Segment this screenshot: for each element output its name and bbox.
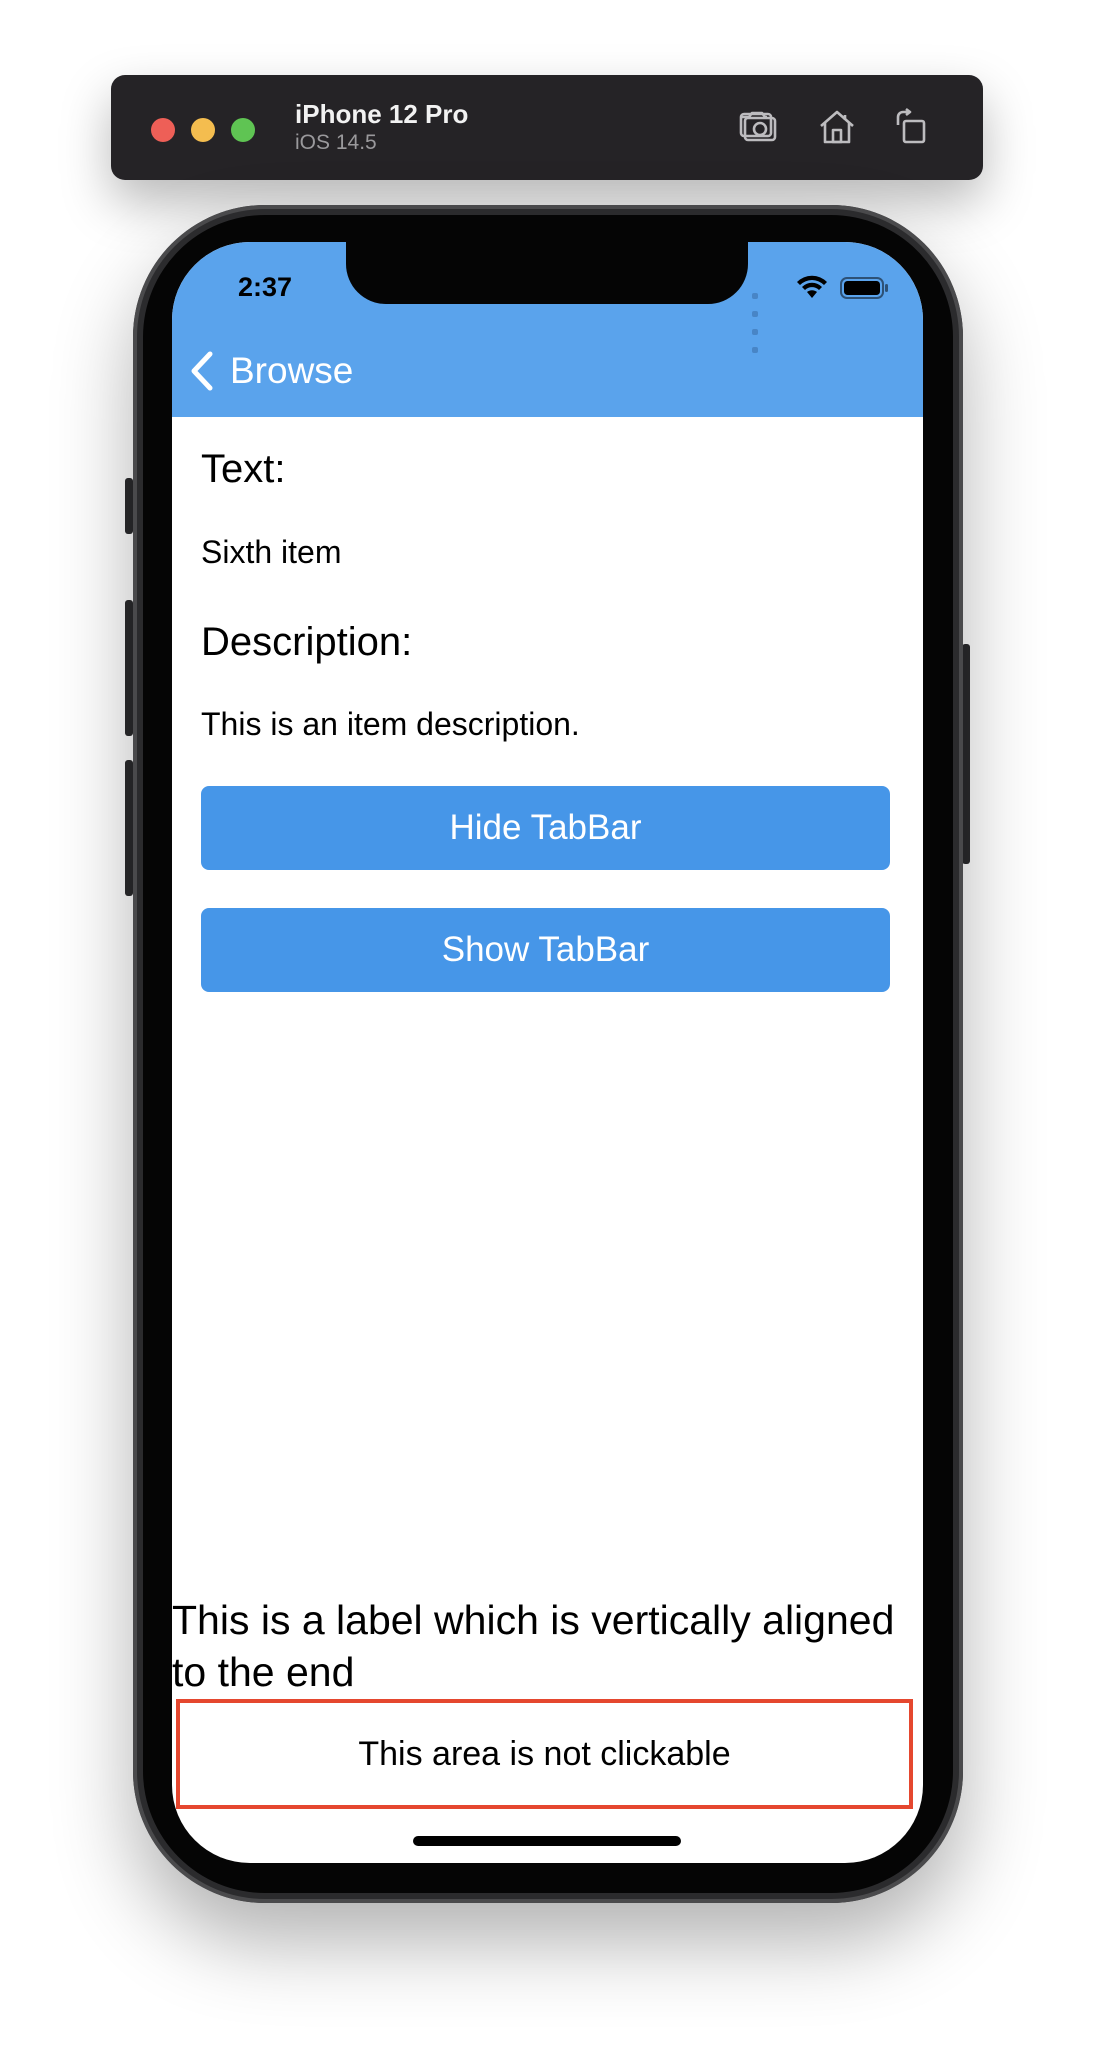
device-name: iPhone 12 Pro bbox=[295, 99, 469, 129]
hide-tabbar-button[interactable]: Hide TabBar bbox=[201, 786, 890, 870]
rotate-icon[interactable] bbox=[889, 105, 933, 149]
os-version: iOS 14.5 bbox=[295, 131, 377, 154]
back-button[interactable]: Browse bbox=[188, 346, 353, 396]
status-time: 2:37 bbox=[238, 272, 293, 302]
show-tabbar-button[interactable]: Show TabBar bbox=[201, 908, 890, 992]
cellular-signal-icon bbox=[752, 286, 761, 358]
minimize-window-button[interactable] bbox=[191, 118, 215, 142]
simulator-stage: iPhone 12 Pro iOS 14.5 2:37 Browse Text:… bbox=[0, 0, 1094, 2056]
not-clickable-area: This area is not clickable bbox=[176, 1699, 913, 1809]
home-icon[interactable] bbox=[815, 105, 859, 149]
battery-icon bbox=[840, 277, 888, 299]
text-heading: Text: bbox=[201, 447, 286, 491]
description-heading: Description: bbox=[201, 620, 413, 664]
text-value: Sixth item bbox=[201, 534, 342, 570]
chevron-left-icon bbox=[191, 351, 213, 391]
end-aligned-label: This is a label which is vertically alig… bbox=[172, 1597, 895, 1695]
screenshot-icon[interactable] bbox=[737, 105, 781, 149]
simulator-toolbar: iPhone 12 Pro iOS 14.5 bbox=[111, 75, 983, 180]
zoom-window-button[interactable] bbox=[231, 118, 255, 142]
mute-switch bbox=[125, 478, 133, 534]
wifi-icon bbox=[797, 275, 827, 298]
description-value: This is an item description. bbox=[201, 706, 580, 742]
not-clickable-label: This area is not clickable bbox=[358, 1734, 731, 1773]
volume-up-button bbox=[125, 600, 133, 736]
close-window-button[interactable] bbox=[151, 118, 175, 142]
volume-down-button bbox=[125, 760, 133, 896]
back-button-label: Browse bbox=[230, 350, 354, 391]
notch bbox=[346, 242, 748, 304]
home-indicator[interactable] bbox=[413, 1836, 681, 1846]
side-button bbox=[962, 644, 970, 864]
device-screen: 2:37 Browse Text: Sixth item Description… bbox=[172, 242, 923, 1863]
